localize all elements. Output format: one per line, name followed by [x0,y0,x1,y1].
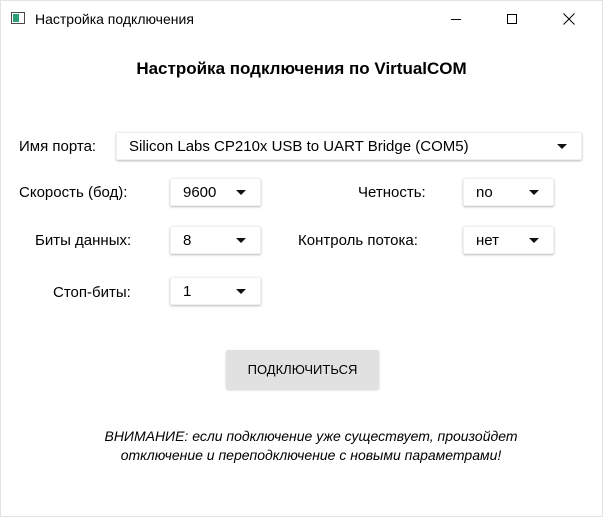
parity-select[interactable]: no [463,178,554,206]
stop-bits-select[interactable]: 1 [170,277,261,305]
chevron-down-icon [557,144,567,149]
window-title: Настройка подключения [35,11,194,27]
data-bits-select[interactable]: 8 [170,226,261,254]
maximize-icon [507,14,517,24]
port-select[interactable]: Silicon Labs CP210x USB to UART Bridge (… [116,132,582,160]
port-select-value: Silicon Labs CP210x USB to UART Bridge (… [129,138,469,155]
warning-line-2: отключение и переподключение с новыми па… [120,447,502,463]
chevron-down-icon [529,238,539,243]
connect-button[interactable]: ПОДКЛЮЧИТЬСЯ [226,350,379,389]
port-label: Имя порта: [19,138,97,155]
minimize-button[interactable] [433,1,479,37]
baud-label: Скорость (бод): [19,184,128,201]
chevron-down-icon [529,190,539,195]
parity-select-value: no [476,184,493,201]
warning-line-1: ВНИМАНИЕ: если подключение уже существуе… [104,428,518,444]
title-bar[interactable]: Настройка подключения [1,1,602,37]
stop-bits-select-value: 1 [183,283,192,300]
data-bits-label: Биты данных: [35,232,132,249]
app-icon [11,12,25,24]
data-bits-select-value: 8 [183,232,192,249]
chevron-down-icon [236,289,246,294]
stop-bits-label: Стоп-биты: [53,284,131,301]
baud-select-value: 9600 [183,184,217,201]
chevron-down-icon [236,238,246,243]
chevron-down-icon [236,190,246,195]
maximize-button[interactable] [489,1,535,37]
page-title: Настройка подключения по VirtualCOM [136,59,467,78]
settings-window: Настройка подключения Настройка подключе… [0,0,603,517]
parity-label: Четность: [358,184,426,201]
minimize-icon [451,18,461,20]
close-button[interactable] [546,1,592,37]
close-icon [563,13,575,25]
flow-control-select[interactable]: нет [463,226,554,254]
warning-message: ВНИМАНИЕ: если подключение уже существуе… [61,427,561,465]
flow-control-label: Контроль потока: [298,232,418,249]
flow-control-select-value: нет [476,232,499,249]
baud-select[interactable]: 9600 [170,178,261,206]
